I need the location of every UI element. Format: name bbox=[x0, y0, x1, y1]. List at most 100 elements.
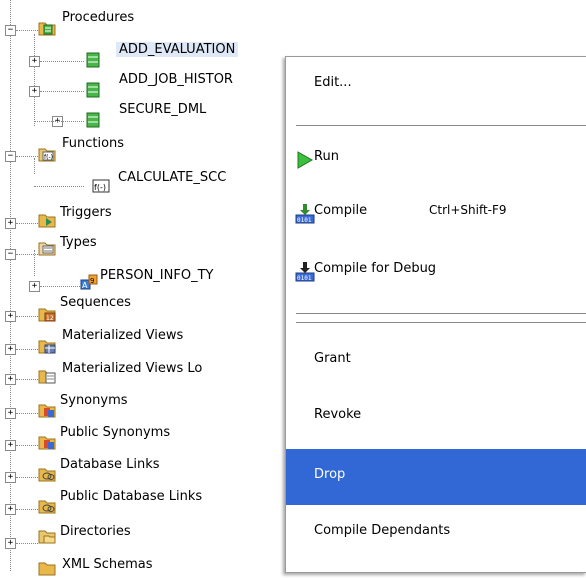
tree-branch-line bbox=[16, 445, 38, 446]
tree-item-procedures[interactable]: − Procedures bbox=[0, 6, 300, 36]
expand-toggle[interactable]: + bbox=[5, 374, 16, 385]
tree-item-types[interactable]: − Types bbox=[0, 230, 300, 260]
tree-item-label: CALCULATE_SCC bbox=[118, 170, 227, 185]
menu-item-compile-dependants[interactable]: Compile Dependants bbox=[286, 505, 586, 561]
tree-item-public-synonyms[interactable]: + Public Synonyms bbox=[0, 422, 300, 452]
svg-text:9: 9 bbox=[90, 277, 94, 285]
menu-separator bbox=[296, 125, 586, 126]
menu-separator bbox=[296, 313, 586, 314]
menu-item-grant[interactable]: Grant bbox=[286, 333, 586, 389]
procedure-icon bbox=[86, 112, 100, 128]
tree-branch-line bbox=[34, 186, 84, 187]
tree-branch-line bbox=[40, 61, 84, 62]
tree-branch-line bbox=[40, 91, 84, 92]
tree-item-directories[interactable]: + Directories bbox=[0, 518, 300, 549]
tree-item-calculate-score[interactable]: f(-) CALCULATE_SCC bbox=[0, 164, 300, 194]
menu-item-edit[interactable]: Edit... bbox=[286, 57, 586, 113]
tree-branch-line bbox=[16, 509, 38, 510]
tree-item-label: Database Links bbox=[60, 457, 160, 472]
folder-public-synonyms-icon bbox=[38, 436, 56, 450]
tree-item-xml-schemas[interactable]: XML Schemas bbox=[0, 548, 300, 578]
expand-toggle[interactable]: + bbox=[5, 408, 16, 419]
tree-branch-line bbox=[16, 254, 38, 255]
menu-item-drop[interactable]: Drop bbox=[286, 449, 586, 505]
tree-item-functions[interactable]: − f(-) Functions bbox=[0, 134, 300, 164]
folder-types-icon bbox=[38, 242, 56, 256]
context-menu: Edit... Run 0101 Compile Ctrl+Shift-F9 0… bbox=[285, 56, 586, 573]
svg-text:0101: 0101 bbox=[297, 275, 312, 282]
expand-toggle[interactable]: + bbox=[29, 281, 40, 292]
menu-item-revoke[interactable]: Revoke bbox=[286, 389, 586, 445]
tree-item-label: Materialized Views Lo bbox=[62, 361, 203, 376]
tree-branch-line bbox=[40, 286, 80, 287]
menu-item-label: Run bbox=[314, 149, 339, 164]
tree-item-materialized-views[interactable]: + Materialized Views bbox=[0, 324, 300, 355]
expand-toggle[interactable]: + bbox=[5, 218, 16, 229]
tree-item-label: SECURE_DML bbox=[119, 102, 207, 117]
svg-text:f(-): f(-) bbox=[44, 154, 53, 161]
tree-branch-line bbox=[16, 156, 38, 157]
folder-functions-icon: f(-) bbox=[38, 148, 56, 162]
tree-item-label: Types bbox=[60, 235, 97, 250]
menu-item-label: Compile bbox=[314, 203, 368, 218]
tree-item-database-links[interactable]: + Database Links bbox=[0, 454, 300, 484]
tree-branch-line bbox=[16, 379, 38, 380]
svg-text:12: 12 bbox=[46, 315, 54, 322]
tree-item-label: Procedures bbox=[62, 10, 135, 25]
tree-branch-line bbox=[16, 223, 38, 224]
tree-item-label: PERSON_INFO_TY bbox=[100, 268, 214, 283]
menu-item-label: Compile for Debug bbox=[314, 261, 437, 276]
folder-triggers-icon bbox=[38, 214, 56, 228]
folder-synonyms-icon bbox=[38, 404, 56, 418]
tree-item-label: Functions bbox=[62, 136, 125, 151]
menu-item-label: Drop bbox=[314, 467, 346, 482]
tree-item-add-evaluation[interactable]: + ADD_EVALUATION bbox=[0, 36, 300, 68]
tree-branch-line bbox=[34, 121, 84, 122]
tree-item-label: Directories bbox=[60, 524, 131, 539]
svg-text:0101: 0101 bbox=[297, 217, 312, 224]
expand-toggle[interactable]: + bbox=[5, 504, 16, 515]
tree-item-label: Synonyms bbox=[60, 393, 128, 408]
menu-item-label: Grant bbox=[314, 351, 351, 366]
type-icon: A 9 bbox=[80, 274, 98, 290]
menu-item-label: Revoke bbox=[314, 407, 362, 422]
tree-item-label: Triggers bbox=[60, 205, 112, 220]
collapse-toggle[interactable]: − bbox=[5, 25, 16, 36]
expand-toggle[interactable]: + bbox=[5, 311, 16, 322]
expand-toggle[interactable]: + bbox=[5, 344, 16, 355]
menu-item-compile-for-debug[interactable]: 0101 Compile for Debug bbox=[286, 243, 586, 299]
function-icon: f(-) bbox=[92, 179, 110, 193]
tree-item-synonyms[interactable]: + Synonyms bbox=[0, 390, 300, 420]
tree-item-person-info-type[interactable]: + A 9 PERSON_INFO_TY bbox=[0, 262, 300, 292]
folder-procedures-icon bbox=[38, 22, 56, 36]
folder-directories-icon bbox=[38, 530, 56, 544]
menu-item-shortcut: Ctrl+Shift-F9 bbox=[429, 203, 507, 217]
tree-item-label: Public Database Links bbox=[60, 489, 203, 504]
menu-item-label: Edit... bbox=[314, 75, 352, 90]
menu-item-run[interactable]: Run bbox=[286, 131, 586, 187]
tree-item-label: XML Schemas bbox=[62, 557, 153, 572]
compile-icon: 0101 bbox=[295, 204, 315, 224]
folder-materialized-views-icon bbox=[38, 340, 56, 354]
collapse-toggle[interactable]: − bbox=[5, 151, 16, 162]
tree-item-label: Materialized Views bbox=[62, 328, 184, 343]
menu-item-compile[interactable]: 0101 Compile Ctrl+Shift-F9 bbox=[286, 185, 586, 241]
tree-item-label: Public Synonyms bbox=[60, 425, 171, 440]
tree-branch-line bbox=[16, 30, 38, 31]
tree-item-public-database-links[interactable]: + Public Database Links bbox=[0, 486, 300, 516]
tree-branch-line bbox=[16, 477, 38, 478]
tree-item-triggers[interactable]: + Triggers bbox=[0, 198, 300, 229]
expand-toggle[interactable]: + bbox=[5, 472, 16, 483]
tree-item-add-job-history[interactable]: + ADD_JOB_HISTOR bbox=[0, 66, 300, 98]
tree-item-materialized-view-logs[interactable]: + Materialized Views Lo bbox=[0, 356, 300, 386]
tree-item-label: ADD_EVALUATION bbox=[116, 42, 239, 57]
collapse-toggle[interactable]: − bbox=[5, 249, 16, 260]
folder-sequences-icon: 12 bbox=[38, 308, 56, 322]
compile-debug-icon: 0101 bbox=[295, 262, 315, 282]
tree-item-secure-dml[interactable]: + SECURE_DML bbox=[0, 96, 300, 128]
tree-item-label: Sequences bbox=[60, 295, 131, 310]
expand-toggle[interactable]: + bbox=[5, 440, 16, 451]
tree-item-sequences[interactable]: + 12 Sequences bbox=[0, 292, 300, 322]
folder-database-links-icon bbox=[38, 468, 56, 482]
folder-xml-schemas-icon bbox=[38, 562, 56, 576]
